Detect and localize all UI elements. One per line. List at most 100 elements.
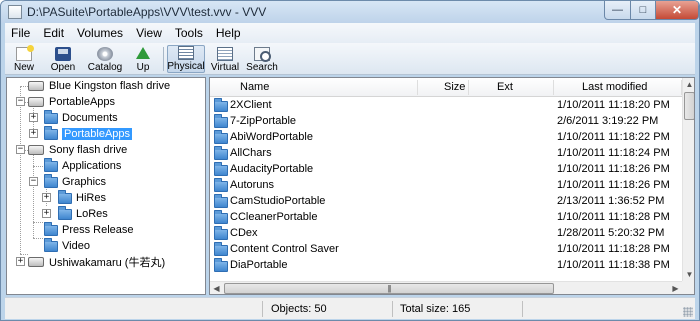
menu-help[interactable]: Help bbox=[216, 26, 241, 40]
list-row[interactable]: 7-ZipPortable 2/6/2011 3:19:22 PM bbox=[210, 114, 682, 130]
tree-item-portableapps-volume[interactable]: PortableApps bbox=[28, 94, 115, 110]
scroll-down-arrow-icon[interactable]: ▼ bbox=[683, 268, 694, 281]
folder-icon bbox=[214, 178, 228, 192]
menu-volumes[interactable]: Volumes bbox=[77, 26, 123, 40]
physical-label: Physical bbox=[167, 61, 205, 72]
search-button[interactable]: Search bbox=[245, 45, 279, 73]
list-row[interactable]: 2XClient 1/10/2011 11:18:20 PM bbox=[210, 98, 682, 114]
drive-icon bbox=[28, 145, 44, 155]
file-modified: 1/10/2011 11:18:38 PM bbox=[557, 259, 670, 271]
vertical-scrollbar[interactable]: ▲ ▼ bbox=[682, 78, 694, 281]
toolbar: New Open Catalog Up Physical Virtual Sea… bbox=[5, 43, 695, 75]
column-divider[interactable] bbox=[468, 80, 469, 95]
folder-icon bbox=[44, 109, 58, 124]
list-row[interactable]: AbiWordPortable 1/10/2011 11:18:22 PM bbox=[210, 130, 682, 146]
tree-item-hires[interactable]: HiRes bbox=[58, 189, 106, 206]
tree-item-press-release[interactable]: Press Release bbox=[44, 221, 134, 238]
list-row[interactable]: CamStudioPortable 2/13/2011 1:36:52 PM bbox=[210, 194, 682, 210]
window-title: D:\PASuite\PortableApps\VVV\test.vvv - V… bbox=[27, 5, 267, 19]
resize-grip-icon[interactable] bbox=[683, 307, 693, 317]
catalog-disc-icon bbox=[97, 47, 113, 61]
menu-file[interactable]: File bbox=[11, 26, 30, 40]
tree-item-documents[interactable]: Documents bbox=[44, 109, 118, 126]
file-name: CDex bbox=[230, 227, 258, 239]
menu-tools[interactable]: Tools bbox=[175, 26, 203, 40]
list-row[interactable]: AudacityPortable 1/10/2011 11:18:26 PM bbox=[210, 162, 682, 178]
up-button[interactable]: Up bbox=[132, 45, 154, 73]
file-name: Autoruns bbox=[230, 179, 275, 191]
drive-icon bbox=[28, 97, 44, 107]
app-window: D:\PASuite\PortableApps\VVV\test.vvv - V… bbox=[0, 0, 700, 321]
folder-icon bbox=[58, 205, 72, 220]
file-modified: 2/6/2011 3:19:22 PM bbox=[557, 115, 659, 127]
vertical-scroll-thumb[interactable] bbox=[684, 92, 694, 120]
tree-item-label: Ushiwakamaru (牛若丸) bbox=[49, 257, 166, 269]
column-header-ext[interactable]: Ext bbox=[497, 81, 513, 93]
list-row[interactable]: CDex 1/28/2011 5:20:32 PM bbox=[210, 226, 682, 242]
folder-icon bbox=[214, 98, 228, 112]
tree-item-lores[interactable]: LoRes bbox=[58, 205, 108, 222]
new-button[interactable]: New bbox=[11, 45, 37, 73]
scroll-up-arrow-icon[interactable]: ▲ bbox=[683, 78, 694, 91]
file-modified: 1/10/2011 11:18:28 PM bbox=[557, 243, 670, 255]
column-header-name[interactable]: Name bbox=[240, 81, 269, 93]
minimize-button[interactable]: — bbox=[604, 1, 631, 20]
tree-item-applications[interactable]: Applications bbox=[44, 157, 121, 174]
horizontal-scroll-thumb[interactable]: ||| bbox=[224, 283, 554, 294]
close-button[interactable]: ✕ bbox=[655, 1, 699, 20]
list-header: Name Size Ext Last modified bbox=[210, 78, 682, 97]
list-row[interactable]: Content Control Saver 1/10/2011 11:18:28… bbox=[210, 242, 682, 258]
folder-icon bbox=[44, 173, 58, 188]
list-row[interactable]: DiaPortable 1/10/2011 11:18:38 PM bbox=[210, 258, 682, 274]
open-button[interactable]: Open bbox=[50, 45, 76, 73]
scroll-left-arrow-icon[interactable]: ◀ bbox=[210, 282, 223, 294]
expand-toggle[interactable]: + bbox=[29, 113, 38, 122]
scroll-right-arrow-icon[interactable]: ▶ bbox=[669, 282, 682, 294]
physical-view-button[interactable]: Physical bbox=[167, 45, 205, 73]
app-icon bbox=[8, 5, 22, 19]
tree-item-label: Video bbox=[62, 240, 90, 252]
expand-toggle[interactable]: + bbox=[42, 209, 51, 218]
column-divider[interactable] bbox=[553, 80, 554, 95]
maximize-button[interactable]: □ bbox=[630, 1, 656, 20]
tree-item-ushiwakamaru[interactable]: Ushiwakamaru (牛若丸) bbox=[28, 254, 165, 270]
menu-edit[interactable]: Edit bbox=[43, 26, 64, 40]
tree-item-video[interactable]: Video bbox=[44, 237, 90, 254]
open-icon bbox=[55, 47, 71, 61]
up-label: Up bbox=[136, 62, 150, 73]
list-row[interactable]: CCleanerPortable 1/10/2011 11:18:28 PM bbox=[210, 210, 682, 226]
column-header-last-modified[interactable]: Last modified bbox=[582, 81, 647, 93]
virtual-view-button[interactable]: Virtual bbox=[209, 45, 241, 73]
collapse-toggle[interactable]: − bbox=[16, 97, 25, 106]
column-divider[interactable] bbox=[417, 80, 418, 95]
list-row[interactable]: Autoruns 1/10/2011 11:18:26 PM bbox=[210, 178, 682, 194]
tree-item-label: HiRes bbox=[76, 192, 106, 204]
title-bar[interactable]: D:\PASuite\PortableApps\VVV\test.vvv - V… bbox=[1, 1, 699, 23]
file-list[interactable]: Name Size Ext Last modified 2XClient 1/1… bbox=[209, 77, 695, 295]
tree-item-blue-kingston[interactable]: Blue Kingston flash drive bbox=[28, 78, 170, 94]
tree-item-label: LoRes bbox=[76, 208, 108, 220]
volume-tree[interactable]: Blue Kingston flash drive − PortableApps… bbox=[6, 77, 206, 295]
menu-view[interactable]: View bbox=[136, 26, 162, 40]
collapse-toggle[interactable]: − bbox=[16, 145, 25, 154]
file-name: AudacityPortable bbox=[230, 163, 314, 175]
list-row[interactable]: AllChars 1/10/2011 11:18:24 PM bbox=[210, 146, 682, 162]
collapse-toggle[interactable]: − bbox=[29, 177, 38, 186]
column-header-size[interactable]: Size bbox=[444, 81, 465, 93]
status-divider bbox=[522, 301, 523, 317]
expand-toggle[interactable]: + bbox=[42, 193, 51, 202]
catalog-button[interactable]: Catalog bbox=[85, 45, 125, 73]
tree-item-label: Blue Kingston flash drive bbox=[49, 80, 171, 92]
tree-item-portableapps-folder[interactable]: PortableApps bbox=[44, 125, 133, 142]
menu-bar: File Edit Volumes View Tools Help bbox=[5, 23, 695, 43]
horizontal-scrollbar[interactable]: ◀ ||| ▶ bbox=[210, 281, 682, 294]
toolbar-separator bbox=[163, 47, 164, 71]
expand-toggle[interactable]: + bbox=[16, 257, 25, 266]
tree-item-graphics[interactable]: Graphics bbox=[44, 173, 106, 190]
folder-icon bbox=[214, 114, 228, 128]
tree-item-sony[interactable]: Sony flash drive bbox=[28, 142, 127, 158]
file-name: 7-ZipPortable bbox=[230, 115, 297, 127]
file-name: AllChars bbox=[230, 147, 272, 159]
file-modified: 1/10/2011 11:18:22 PM bbox=[557, 131, 670, 143]
expand-toggle[interactable]: + bbox=[29, 129, 38, 138]
